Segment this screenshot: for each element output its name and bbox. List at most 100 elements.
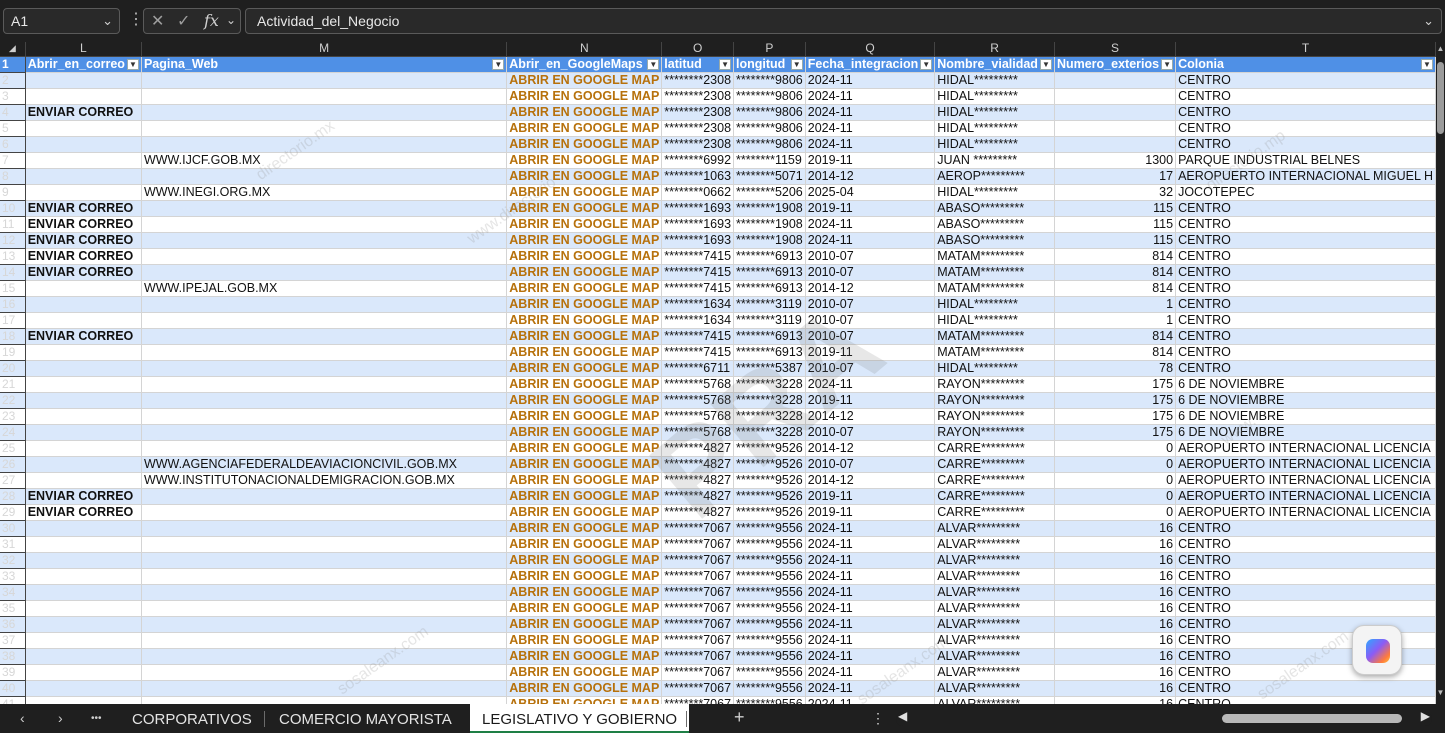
integration-date-cell[interactable]: 2010-07 xyxy=(805,264,936,281)
latitude-cell[interactable]: ********2308 xyxy=(661,120,735,137)
row-number[interactable]: 3 xyxy=(0,88,26,105)
street-name-cell[interactable]: ALVAR********* xyxy=(934,696,1055,704)
website-cell[interactable] xyxy=(141,264,508,281)
integration-date-cell[interactable]: 2014-12 xyxy=(805,168,936,185)
email-link-cell[interactable]: ENVIAR CORREO xyxy=(25,200,142,217)
insert-function-icon[interactable]: fx xyxy=(204,11,219,30)
integration-date-cell[interactable]: 2010-07 xyxy=(805,312,936,329)
integration-date-cell[interactable]: 2010-07 xyxy=(805,328,936,345)
exterior-number-cell[interactable]: 0 xyxy=(1054,472,1177,489)
email-link-cell[interactable] xyxy=(25,88,142,105)
website-cell[interactable] xyxy=(141,440,508,457)
website-cell[interactable] xyxy=(141,312,508,329)
street-name-cell[interactable]: CARRE********* xyxy=(934,504,1055,521)
exterior-number-cell[interactable]: 0 xyxy=(1054,488,1177,505)
colonia-cell[interactable]: AEROPUERTO INTERNACIONAL LICENCIA xyxy=(1175,472,1436,489)
exterior-number-cell[interactable]: 1 xyxy=(1054,296,1177,313)
street-name-cell[interactable]: HIDAL********* xyxy=(934,312,1055,329)
colonia-cell[interactable]: CENTRO xyxy=(1175,600,1436,617)
street-name-cell[interactable]: MATAM********* xyxy=(934,264,1055,281)
email-link-cell[interactable] xyxy=(25,648,142,665)
row-number[interactable]: 36 xyxy=(0,616,26,633)
website-cell[interactable] xyxy=(141,296,508,313)
column-header-q[interactable]: Q xyxy=(805,42,936,57)
street-name-cell[interactable]: ABASO********* xyxy=(934,232,1055,249)
google-maps-link-cell[interactable]: ABRIR EN GOOGLE MAP xyxy=(506,328,663,345)
longitude-cell[interactable]: ********5071 xyxy=(733,168,806,185)
colonia-cell[interactable]: AEROPUERTO INTERNACIONAL MIGUEL H xyxy=(1175,168,1436,185)
more-options-icon[interactable]: ⋮ xyxy=(128,12,144,28)
google-maps-link-cell[interactable]: ABRIR EN GOOGLE MAP xyxy=(506,104,663,121)
scroll-up-icon[interactable]: ▲ xyxy=(1436,44,1445,53)
expand-formula-bar-icon[interactable]: ⌄ xyxy=(1423,9,1434,33)
colonia-cell[interactable]: PARQUE INDUSTRIAL BELNES xyxy=(1175,152,1436,169)
enter-icon[interactable]: ✓ xyxy=(177,11,190,31)
integration-date-cell[interactable]: 2019-11 xyxy=(805,504,936,521)
longitude-cell[interactable]: ********9526 xyxy=(733,504,806,521)
street-name-cell[interactable]: ALVAR********* xyxy=(934,632,1055,649)
cancel-icon[interactable]: ✕ xyxy=(151,11,164,31)
exterior-number-cell[interactable]: 0 xyxy=(1054,504,1177,521)
row-number[interactable]: 21 xyxy=(0,376,26,393)
integration-date-cell[interactable]: 2024-11 xyxy=(805,104,936,121)
email-link-cell[interactable]: ENVIAR CORREO xyxy=(25,488,142,505)
row-number[interactable]: 11 xyxy=(0,216,26,233)
horizontal-scrollbar[interactable]: ◀ ▶ xyxy=(896,709,1432,726)
website-cell[interactable]: WWW.IPEJAL.GOB.MX xyxy=(141,280,508,297)
email-link-cell[interactable] xyxy=(25,424,142,441)
longitude-cell[interactable]: ********6913 xyxy=(733,248,806,265)
header-cell[interactable]: Fecha_integracion ▼ xyxy=(805,56,936,73)
latitude-cell[interactable]: ********2308 xyxy=(661,136,735,153)
longitude-cell[interactable]: ********9556 xyxy=(733,600,806,617)
website-cell[interactable] xyxy=(141,248,508,265)
colonia-cell[interactable]: CENTRO xyxy=(1175,248,1436,265)
email-link-cell[interactable]: ENVIAR CORREO xyxy=(25,328,142,345)
google-maps-link-cell[interactable]: ABRIR EN GOOGLE MAP xyxy=(506,72,663,89)
email-link-cell[interactable] xyxy=(25,456,142,473)
latitude-cell[interactable]: ********5768 xyxy=(661,408,735,425)
exterior-number-cell[interactable]: 0 xyxy=(1054,440,1177,457)
email-link-cell[interactable]: ENVIAR CORREO xyxy=(25,216,142,233)
row-number[interactable]: 7 xyxy=(0,152,26,169)
exterior-number-cell[interactable]: 16 xyxy=(1054,696,1177,704)
street-name-cell[interactable]: ALVAR********* xyxy=(934,584,1055,601)
exterior-number-cell[interactable]: 115 xyxy=(1054,200,1177,217)
google-maps-link-cell[interactable]: ABRIR EN GOOGLE MAP xyxy=(506,536,663,553)
name-box[interactable]: A1 ⌄ xyxy=(3,8,120,34)
google-maps-link-cell[interactable]: ABRIR EN GOOGLE MAP xyxy=(506,456,663,473)
google-maps-link-cell[interactable]: ABRIR EN GOOGLE MAP xyxy=(506,488,663,505)
exterior-number-cell[interactable]: 175 xyxy=(1054,424,1177,441)
integration-date-cell[interactable]: 2014-12 xyxy=(805,280,936,297)
integration-date-cell[interactable]: 2024-11 xyxy=(805,584,936,601)
latitude-cell[interactable]: ********1693 xyxy=(661,216,735,233)
filter-dropdown-icon[interactable]: ▼ xyxy=(1039,58,1052,70)
row-number[interactable]: 39 xyxy=(0,664,26,681)
exterior-number-cell[interactable]: 32 xyxy=(1054,184,1177,201)
formula-input[interactable]: Actividad_del_Negocio ⌄ xyxy=(245,8,1442,34)
street-name-cell[interactable]: HIDAL********* xyxy=(934,296,1055,313)
latitude-cell[interactable]: ********6711 xyxy=(661,360,735,377)
google-maps-link-cell[interactable]: ABRIR EN GOOGLE MAP xyxy=(506,600,663,617)
website-cell[interactable] xyxy=(141,520,508,537)
colonia-cell[interactable]: CENTRO xyxy=(1175,568,1436,585)
row-number[interactable]: 4 xyxy=(0,104,26,121)
longitude-cell[interactable]: ********3119 xyxy=(733,296,806,313)
integration-date-cell[interactable]: 2024-11 xyxy=(805,616,936,633)
row-number[interactable]: 26 xyxy=(0,456,26,473)
colonia-cell[interactable]: CENTRO xyxy=(1175,328,1436,345)
colonia-cell[interactable]: 6 DE NOVIEMBRE xyxy=(1175,392,1436,409)
longitude-cell[interactable]: ********3228 xyxy=(733,424,806,441)
email-link-cell[interactable] xyxy=(25,472,142,489)
longitude-cell[interactable]: ********9556 xyxy=(733,680,806,697)
scroll-left-icon[interactable]: ◀ xyxy=(898,709,907,723)
exterior-number-cell[interactable]: 16 xyxy=(1054,680,1177,697)
integration-date-cell[interactable]: 2024-11 xyxy=(805,536,936,553)
latitude-cell[interactable]: ********1634 xyxy=(661,312,735,329)
filter-dropdown-icon[interactable]: ▼ xyxy=(1421,58,1433,70)
exterior-number-cell[interactable]: 17 xyxy=(1054,168,1177,185)
colonia-cell[interactable]: AEROPUERTO INTERNACIONAL LICENCIA xyxy=(1175,440,1436,457)
google-maps-link-cell[interactable]: ABRIR EN GOOGLE MAP xyxy=(506,312,663,329)
longitude-cell[interactable]: ********6913 xyxy=(733,264,806,281)
street-name-cell[interactable]: ALVAR********* xyxy=(934,600,1055,617)
latitude-cell[interactable]: ********7415 xyxy=(661,328,735,345)
